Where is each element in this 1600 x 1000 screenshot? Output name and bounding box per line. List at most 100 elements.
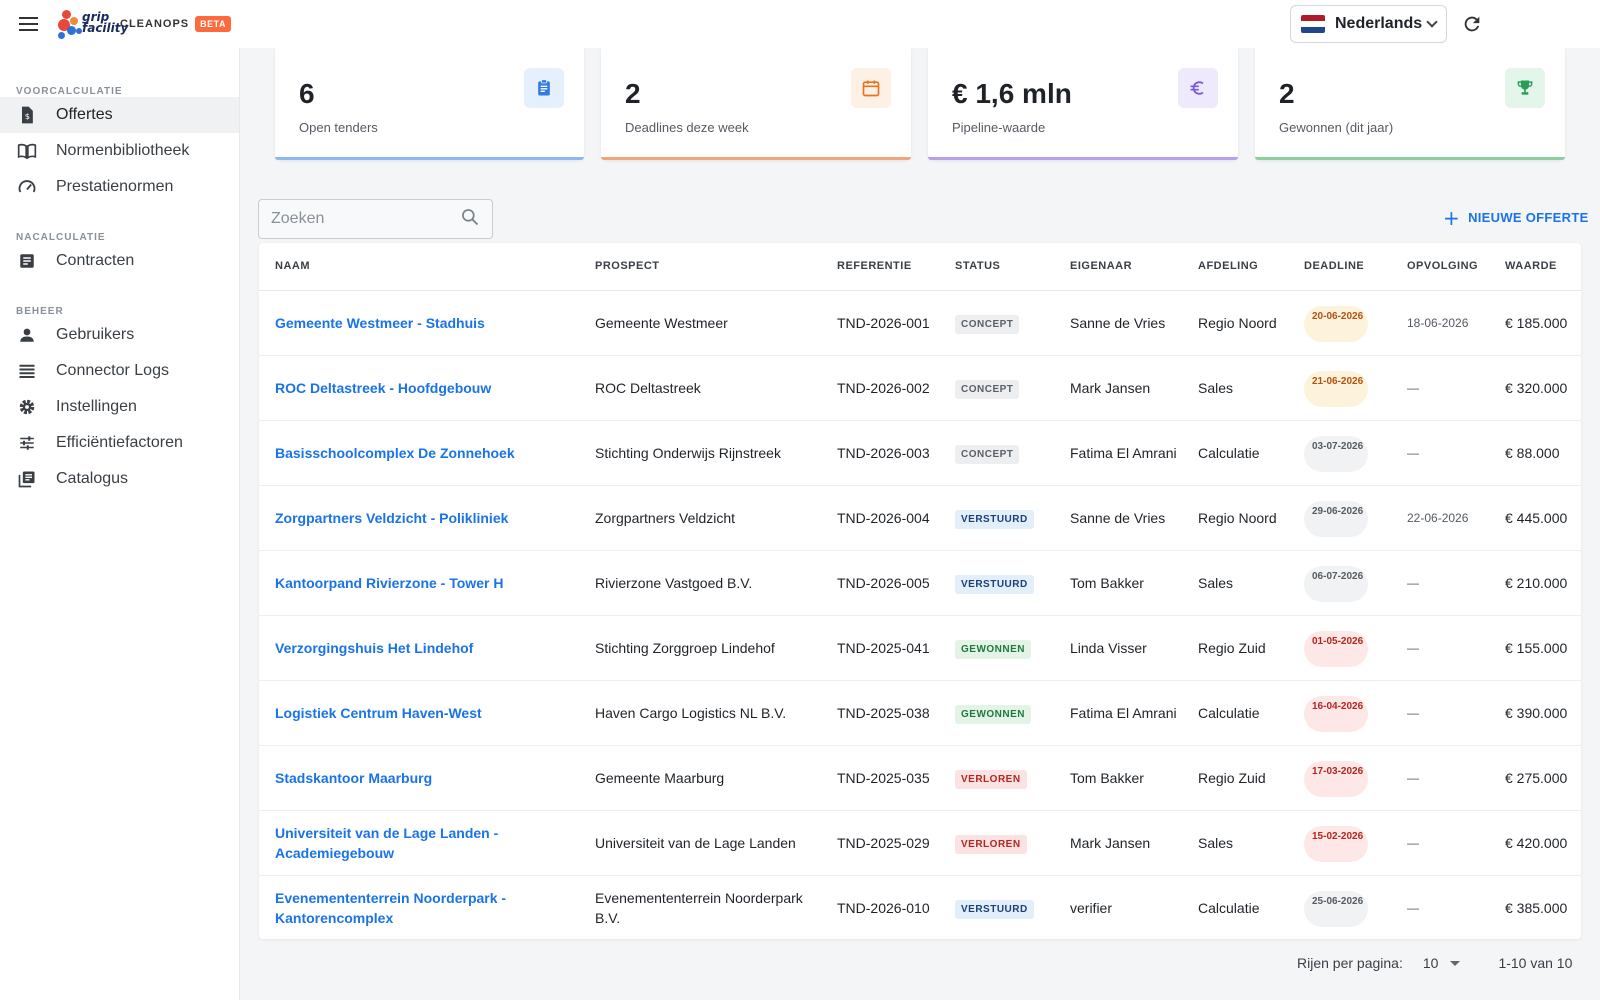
offerte-name-link[interactable]: Logistiek Centrum Haven-West (259, 680, 579, 746)
search-icon[interactable] (460, 207, 480, 232)
status-badge: VERLOREN (955, 834, 1027, 854)
table-row[interactable]: Evenemententerrein Noorderpark - Kantore… (259, 875, 1581, 939)
follow-up-cell: — (1391, 420, 1489, 486)
deadline-cell: 15-02-2026 (1288, 810, 1391, 876)
sidebar-item-instellingen[interactable]: Instellingen (0, 389, 239, 425)
deadline-cell: 29-06-2026 (1288, 485, 1391, 551)
status-cell: VERSTUURD (939, 875, 1054, 939)
prospect-cell: Gemeente Westmeer (579, 290, 821, 356)
offerte-name-link[interactable]: Evenemententerrein Noorderpark - Kantore… (259, 875, 579, 939)
search-input[interactable] (271, 210, 460, 228)
status-cell: VERSTUURD (939, 485, 1054, 551)
status-badge: GEWONNEN (955, 704, 1031, 724)
card-accent-bar (1255, 157, 1565, 160)
sidebar-item-prestatienormen[interactable]: Prestatienormen (0, 169, 239, 205)
department-cell: Regio Zuid (1182, 615, 1288, 681)
offerte-name-link[interactable]: Gemeente Westmeer - Stadhuis (259, 290, 579, 356)
deadline-cell: 17-03-2026 (1288, 745, 1391, 811)
reference-cell: TND-2026-002 (821, 355, 939, 421)
table-row[interactable]: Logistiek Centrum Haven-West Haven Cargo … (259, 680, 1581, 746)
rows-per-page-label: Rijen per pagina: (1297, 955, 1403, 971)
language-select[interactable]: Nederlands (1290, 5, 1447, 43)
table-row[interactable]: Zorgpartners Veldzicht - Polikliniek Zorg… (259, 485, 1581, 551)
column-header-opvolging[interactable]: OPVOLGING (1391, 243, 1489, 291)
card-accent-bar (928, 157, 1238, 160)
euro-icon (1178, 68, 1218, 108)
prospect-cell: Rivierzone Vastgoed B.V. (579, 550, 821, 616)
table-row[interactable]: Basisschoolcomplex De Zonnehoek Stichting… (259, 420, 1581, 486)
table-row[interactable]: Stadskantoor Maarburg Gemeente Maarburg TN… (259, 745, 1581, 811)
offerte-name-link[interactable]: Basisschoolcomplex De Zonnehoek (259, 420, 579, 486)
follow-up-cell: — (1391, 550, 1489, 616)
sidebar-item-efficientiefactoren[interactable]: Efficiëntiefactoren (0, 425, 239, 461)
reference-cell: TND-2026-004 (821, 485, 939, 551)
sidebar-item-offertes[interactable]: $ Offertes (0, 97, 239, 133)
sliders-icon (16, 432, 38, 454)
reference-cell: TND-2025-038 (821, 680, 939, 746)
list-icon (16, 360, 38, 382)
value-cell: € 155.000 (1489, 615, 1581, 681)
table-row[interactable]: Verzorgingshuis Het Lindehof Stichting Zo… (259, 615, 1581, 681)
offerte-name-link[interactable]: ROC Deltastreek - Hoofdgebouw (259, 355, 579, 421)
deadline-badge: 20-06-2026 (1304, 305, 1368, 342)
refresh-icon[interactable] (1458, 10, 1486, 38)
logo-text: grip facility (82, 10, 129, 35)
deadline-badge: 01-05-2026 (1304, 630, 1368, 667)
follow-up-cell: 22-06-2026 (1391, 485, 1489, 551)
prospect-cell: Gemeente Maarburg (579, 745, 821, 811)
sidebar-item-gebruikers[interactable]: Gebruikers (0, 317, 239, 353)
rows-per-page-select[interactable]: 10 (1423, 955, 1461, 971)
pagination-range: 1-10 van 10 (1498, 955, 1573, 971)
column-header-deadline[interactable]: DEADLINE (1288, 243, 1391, 291)
section-nacalculatie: NACALCULATIE (16, 232, 106, 243)
logo[interactable]: grip facility CLEANOPS BETA (56, 0, 231, 48)
trophy-icon (1505, 68, 1545, 108)
status-cell: GEWONNEN (939, 680, 1054, 746)
column-header-eigenaar[interactable]: EIGENAAR (1054, 243, 1182, 291)
column-header-referentie[interactable]: REFERENTIE (821, 243, 939, 291)
stat-card-open-tenders: 6 Open tenders (275, 48, 584, 160)
table-row[interactable]: Gemeente Westmeer - Stadhuis Gemeente Wes… (259, 290, 1581, 356)
search-box[interactable] (258, 199, 493, 239)
sidebar-item-label: Catalogus (56, 470, 129, 487)
offerte-name-link[interactable]: Verzorgingshuis Het Lindehof (259, 615, 579, 681)
pagination: Rijen per pagina: 10 1-10 van 10 (1297, 955, 1572, 971)
offerte-name-link[interactable]: Zorgpartners Veldzicht - Polikliniek (259, 485, 579, 551)
sidebar-item-contracten[interactable]: Contracten (0, 243, 239, 279)
department-cell: Sales (1182, 355, 1288, 421)
menu-icon[interactable] (0, 0, 56, 48)
follow-up-cell: — (1391, 615, 1489, 681)
owner-cell: Mark Jansen (1054, 355, 1182, 421)
column-header-waarde[interactable]: WAARDE (1489, 243, 1581, 291)
owner-cell: Fatima El Amrani (1054, 420, 1182, 486)
department-cell: Sales (1182, 550, 1288, 616)
prospect-cell: Evenemententerrein Noorderpark B.V. (579, 875, 821, 939)
offerte-name-link[interactable]: Kantoorpand Rivierzone - Tower H (259, 550, 579, 616)
status-badge: GEWONNEN (955, 639, 1031, 659)
department-cell: Sales (1182, 810, 1288, 876)
new-offerte-label: NIEUWE OFFERTE (1468, 210, 1589, 225)
offerte-name-link[interactable]: Stadskantoor Maarburg (259, 745, 579, 811)
stat-value: 6 (299, 78, 315, 109)
owner-cell: Linda Visser (1054, 615, 1182, 681)
sidebar-item-label: Connector Logs (56, 362, 169, 379)
table-row[interactable]: ROC Deltastreek - Hoofdgebouw ROC Deltast… (259, 355, 1581, 421)
table-row[interactable]: Universiteit van de Lage Landen - Academ… (259, 810, 1581, 876)
column-header-naam[interactable]: NAAM (259, 243, 579, 291)
sidebar-item-normenbibliotheek[interactable]: Normenbibliotheek (0, 133, 239, 169)
owner-cell: Tom Bakker (1054, 745, 1182, 811)
reference-cell: TND-2026-010 (821, 875, 939, 939)
table-row[interactable]: Kantoorpand Rivierzone - Tower H Rivierzo… (259, 550, 1581, 616)
column-header-prospect[interactable]: PROSPECT (579, 243, 821, 291)
deadline-cell: 25-06-2026 (1288, 875, 1391, 939)
reference-cell: TND-2025-041 (821, 615, 939, 681)
sidebar-item-connector-logs[interactable]: Connector Logs (0, 353, 239, 389)
column-header-status[interactable]: STATUS (939, 243, 1054, 291)
logo-mark: grip facility (56, 8, 128, 40)
new-offerte-button[interactable]: + NIEUWE OFFERTE (1443, 208, 1589, 228)
sidebar-item-catalogus[interactable]: Catalogus (0, 461, 239, 497)
sidebar-item-label: Efficiëntiefactoren (56, 434, 183, 451)
offerte-name-link[interactable]: Universiteit van de Lage Landen - Academ… (259, 810, 579, 876)
column-header-afdeling[interactable]: AFDELING (1182, 243, 1288, 291)
netherlands-flag-icon (1301, 15, 1325, 33)
